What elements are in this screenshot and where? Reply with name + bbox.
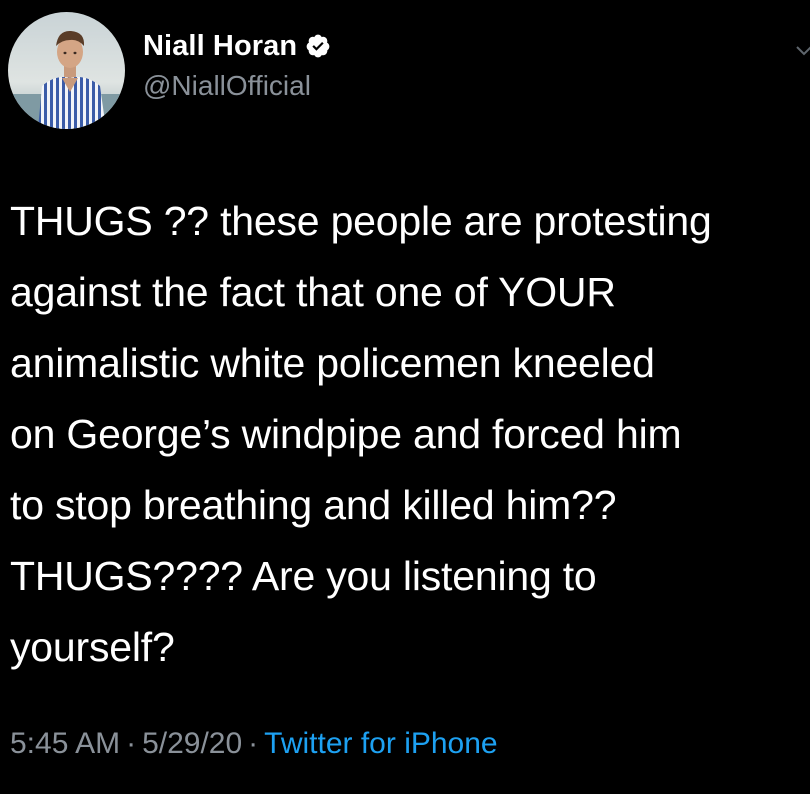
tweet-meta: 5:45 AM · 5/29/20 · Twitter for iPhone [10,727,498,761]
tweet-date[interactable]: 5/29/20 [142,727,242,760]
tweet-text: THUGS ?? these people are protesting aga… [10,198,712,670]
meta-separator: · [248,727,259,760]
meta-separator: · [126,727,137,760]
avatar[interactable] [8,12,125,129]
author-handle[interactable]: @NiallOfficial [143,70,331,102]
tweet-time[interactable]: 5:45 AM [10,727,120,760]
display-name[interactable]: Niall Horan [143,30,297,63]
tweet-card: Niall Horan @NiallOfficial THUGS ?? thes… [0,0,810,794]
tweet-source-link[interactable]: Twitter for iPhone [264,727,497,760]
avatar-image [8,12,125,129]
author-block[interactable]: Niall Horan @NiallOfficial [143,26,331,102]
chevron-down-icon[interactable] [789,38,810,68]
verified-badge-icon [305,33,331,59]
author-name-row: Niall Horan [143,26,331,66]
